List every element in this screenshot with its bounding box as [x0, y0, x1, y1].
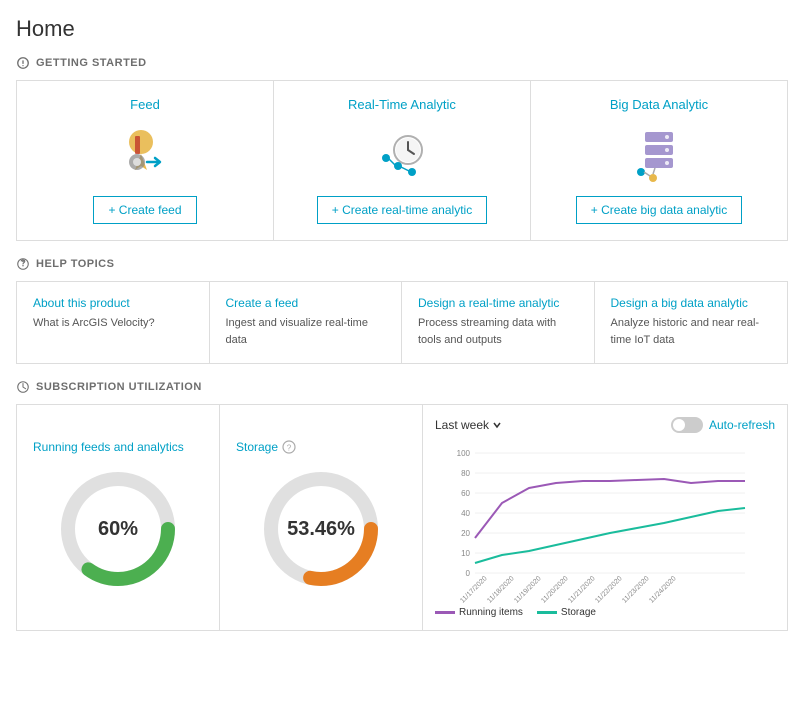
storage-help-icon: ?	[282, 440, 296, 454]
legend-color-storage	[537, 611, 557, 614]
svg-text:20: 20	[461, 529, 470, 538]
create-realtime-button[interactable]: + Create real-time analytic	[317, 196, 487, 224]
svg-text:80: 80	[461, 469, 470, 478]
chart-header: Last week Auto-refresh	[435, 417, 775, 433]
sub-row: Running feeds and analytics 60% Storage	[17, 405, 787, 630]
help-grid-inner: About this product What is ArcGIS Veloci…	[17, 282, 787, 363]
help-cell-3: Design a big data analytic Analyze histo…	[595, 282, 788, 363]
help-topics-icon	[16, 257, 30, 271]
subscription-content: Running feeds and analytics 60% Storage	[16, 404, 788, 631]
svg-text:11/24/2020: 11/24/2020	[648, 575, 677, 603]
page-title: Home	[16, 16, 788, 42]
help-topics-header: HELP TOPICS	[16, 257, 788, 271]
realtime-card-icon	[370, 122, 434, 186]
auto-refresh-toggle[interactable]	[671, 417, 703, 433]
help-cell-0: About this product What is ArcGIS Veloci…	[17, 282, 210, 363]
svg-text:11/20/2020: 11/20/2020	[540, 575, 569, 603]
create-feed-button[interactable]: + Create feed	[93, 196, 196, 224]
svg-text:11/22/2020: 11/22/2020	[594, 575, 623, 603]
running-feeds-title: Running feeds and analytics	[33, 440, 184, 454]
help-link-1[interactable]: Create a feed	[226, 296, 386, 310]
toggle-knob	[673, 419, 685, 431]
chevron-down-icon	[492, 420, 502, 430]
svg-text:11/23/2020: 11/23/2020	[621, 575, 650, 603]
help-topics-section: HELP TOPICS About this product What is A…	[16, 257, 788, 364]
bigdata-card: Big Data Analytic	[531, 81, 787, 240]
subscription-header: SUBSCRIPTION UTILIZATION	[16, 380, 788, 394]
svg-text:11/21/2020: 11/21/2020	[567, 575, 596, 603]
help-sub-3: Analyze historic and near real-time IoT …	[611, 317, 760, 346]
realtime-card: Real-Time Analytic	[274, 81, 531, 240]
running-feeds-cell: Running feeds and analytics 60%	[17, 405, 220, 630]
storage-donut: 53.46%	[256, 464, 386, 594]
svg-text:40: 40	[461, 509, 470, 518]
svg-text:?: ?	[287, 444, 292, 453]
storage-pct: 53.46%	[287, 518, 355, 541]
getting-started-header: GETTING STARTED	[16, 56, 788, 70]
realtime-card-title: Real-Time Analytic	[348, 97, 456, 112]
svg-text:11/19/2020: 11/19/2020	[513, 575, 542, 603]
running-feeds-donut: 60%	[53, 464, 183, 594]
help-sub-2: Process streaming data with tools and ou…	[418, 317, 556, 346]
svg-text:100: 100	[457, 449, 471, 458]
getting-started-icon	[16, 56, 30, 70]
chart-legend: Running items Storage	[435, 607, 596, 618]
svg-text:11/17/2020: 11/17/2020	[459, 575, 488, 603]
help-cell-2: Design a real-time analytic Process stre…	[402, 282, 595, 363]
subscription-icon	[16, 380, 30, 394]
bigdata-card-icon	[627, 122, 691, 186]
help-link-3[interactable]: Design a big data analytic	[611, 296, 772, 310]
legend-item-storage: Storage	[537, 607, 596, 618]
storage-cell: Storage ? 53.46%	[220, 405, 423, 630]
help-link-2[interactable]: Design a real-time analytic	[418, 296, 578, 310]
legend-color-running	[435, 611, 455, 614]
svg-text:11/18/2020: 11/18/2020	[486, 575, 515, 603]
chart-svg: 100 80 60 40 20 10 0 11/17/2020 11/18/20…	[435, 443, 755, 603]
legend-item-running: Running items	[435, 607, 523, 618]
help-sub-0: What is ArcGIS Velocity?	[33, 317, 155, 329]
getting-started-label: GETTING STARTED	[36, 57, 147, 69]
feed-card-title: Feed	[130, 97, 160, 112]
getting-started-section: GETTING STARTED Feed	[16, 56, 788, 241]
svg-text:0: 0	[466, 569, 471, 578]
help-topics-grid: About this product What is ArcGIS Veloci…	[16, 281, 788, 364]
create-bigdata-button[interactable]: + Create big data analytic	[576, 196, 742, 224]
help-link-0[interactable]: About this product	[33, 296, 193, 310]
help-topics-label: HELP TOPICS	[36, 258, 114, 270]
feed-card-icon	[113, 122, 177, 186]
subscription-label: SUBSCRIPTION UTILIZATION	[36, 381, 202, 393]
auto-refresh-label: Auto-refresh	[709, 418, 775, 432]
auto-refresh-control: Auto-refresh	[671, 417, 775, 433]
legend-label-running: Running items	[459, 607, 523, 618]
help-sub-1: Ingest and visualize real-time data	[226, 317, 368, 346]
svg-text:60: 60	[461, 489, 470, 498]
getting-started-cards: Feed + Cr	[16, 80, 788, 241]
storage-title: Storage	[236, 440, 278, 454]
bigdata-card-title: Big Data Analytic	[610, 97, 708, 112]
cards-row: Feed + Cr	[17, 81, 787, 240]
period-label: Last week	[435, 418, 489, 432]
legend-label-storage: Storage	[561, 607, 596, 618]
subscription-section: SUBSCRIPTION UTILIZATION Running feeds a…	[16, 380, 788, 631]
chart-cell: Last week Auto-refresh	[423, 405, 787, 630]
running-feeds-pct: 60%	[98, 518, 138, 541]
feed-card: Feed + Cr	[17, 81, 274, 240]
svg-text:10: 10	[461, 549, 470, 558]
help-cell-1: Create a feed Ingest and visualize real-…	[210, 282, 403, 363]
period-selector[interactable]: Last week	[435, 418, 502, 432]
